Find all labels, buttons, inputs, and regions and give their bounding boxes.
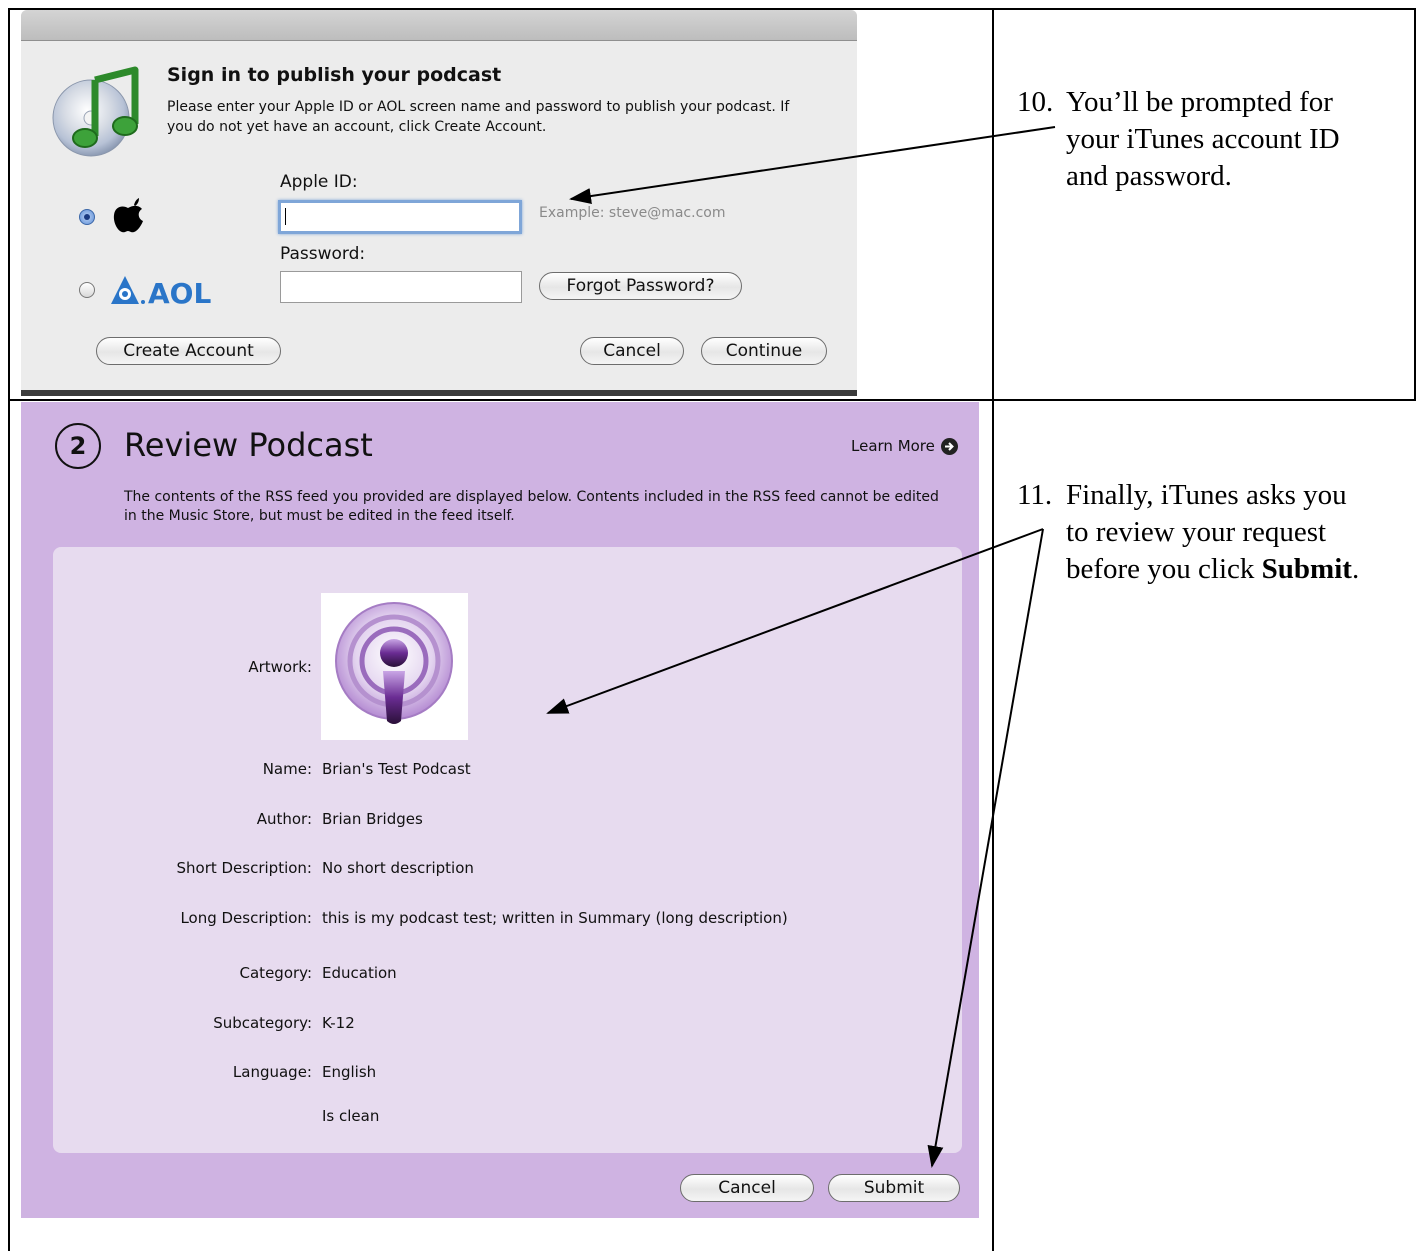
arrow-to-submit-button [927, 528, 1044, 1168]
arrow-to-apple-id-field [569, 126, 1056, 204]
arrow-to-artwork [546, 528, 1044, 714]
annotation-arrows [546, 126, 1056, 1168]
